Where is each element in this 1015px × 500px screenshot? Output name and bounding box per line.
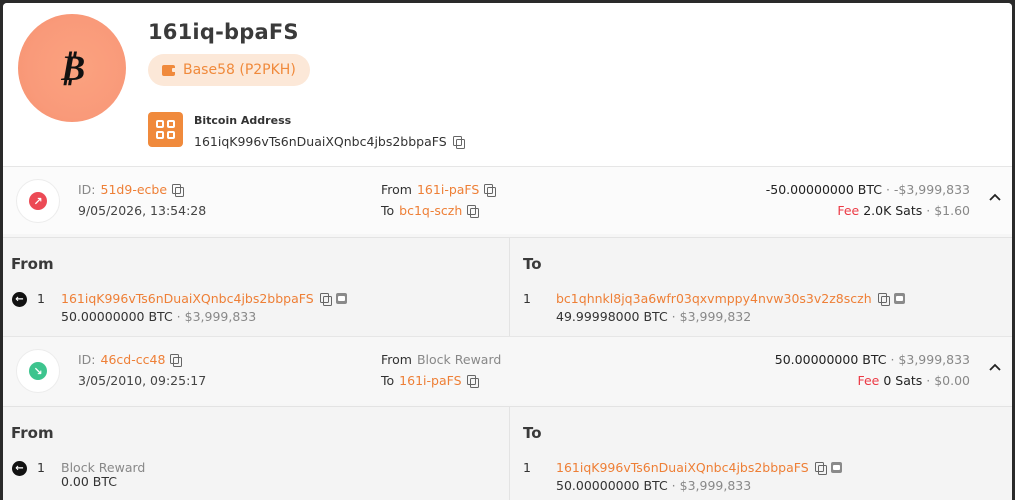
arrow-left-icon: ← — [12, 292, 27, 307]
explorer-icon[interactable] — [830, 462, 842, 473]
chevron-up-icon[interactable] — [987, 190, 1003, 206]
column-divider — [509, 238, 510, 336]
input-value: 0.00 BTC — [61, 474, 118, 489]
address-label: Bitcoin Address — [194, 114, 292, 127]
bitcoin-avatar: ₿ — [18, 14, 126, 122]
to-address-link[interactable]: 161i-paFS — [399, 373, 461, 388]
output-value: 50.00000000 BTC — [556, 478, 668, 493]
input-value-row: 0.00 BTC — [61, 474, 117, 489]
column-divider — [509, 407, 510, 500]
transaction-id-row: ID: 46cd-cc48 — [78, 352, 183, 367]
from-source: Block Reward — [416, 352, 502, 367]
output-value-usd: · $3,999,832 — [671, 309, 752, 324]
input-address-row: Block Reward — [61, 460, 145, 475]
to-row: To bc1q-sczh — [381, 203, 480, 218]
input-address-link[interactable]: 161iqK996vTs6nDuaiXQnbc4jbs2bbpaFS — [61, 291, 314, 306]
fee-row: Fee 0 Sats · $0.00 — [857, 373, 970, 388]
transaction-date: 9/05/2026, 13:54:28 — [78, 203, 207, 218]
id-label: ID: — [78, 352, 96, 367]
outputs-title: To — [523, 255, 542, 273]
transaction-id-row: ID: 51d9-ecbe — [78, 182, 185, 197]
transaction-id-link[interactable]: 51d9-ecbe — [101, 182, 168, 197]
chevron-up-icon[interactable] — [987, 360, 1003, 376]
inputs-title: From — [11, 424, 54, 442]
copy-icon[interactable] — [452, 136, 465, 149]
transaction-details: From To ← 1 Block Reward 0.00 BTC 1 161i… — [3, 406, 1012, 500]
amount-usd: · $3,999,833 — [890, 352, 970, 367]
page-title: 161iq-bpaFS — [148, 20, 299, 44]
output-value-row: 50.00000000 BTC · $3,999,833 — [556, 478, 751, 493]
direction-indicator: ↘ — [16, 349, 60, 393]
incoming-arrow-icon: ↘ — [29, 362, 47, 380]
bitcoin-icon: ₿ — [58, 47, 86, 89]
input-value-usd: · $3,999,833 — [176, 309, 257, 324]
address-value-row: 161iqK996vTs6nDuaiXQnbc4jbs2bbpaFS — [194, 134, 465, 149]
to-row: To 161i-paFS — [381, 373, 479, 388]
fee-row: Fee 2.0K Sats · $1.60 — [837, 203, 970, 218]
output-address-link[interactable]: 161iqK996vTs6nDuaiXQnbc4jbs2bbpaFS — [556, 460, 809, 475]
fee-label: Fee — [857, 373, 880, 388]
amount-row: 50.00000000 BTC · $3,999,833 — [775, 352, 970, 367]
address-page: ₿ 161iq-bpaFS Base58 (P2PKH) Bitcoin Add… — [3, 3, 1012, 500]
address-type-label: Base58 (P2PKH) — [183, 62, 296, 78]
outputs-title: To — [523, 424, 542, 442]
transaction-date: 3/05/2010, 09:25:17 — [78, 373, 207, 388]
output-index: 1 — [523, 291, 531, 306]
input-value-row: 50.00000000 BTC · $3,999,833 — [61, 309, 256, 324]
output-index: 1 — [523, 460, 531, 475]
fee-usd: · $0.00 — [926, 373, 970, 388]
to-address-link[interactable]: bc1q-sczh — [399, 203, 462, 218]
output-address-link[interactable]: bc1qhnkl8jq3a6wfr03qxvmppy4nvw30s3v2z8sc… — [556, 291, 872, 306]
fee-sats: 2.0K Sats — [863, 203, 923, 218]
to-label: To — [381, 373, 395, 388]
from-row: From 161i-paFS — [381, 182, 497, 197]
transaction-row[interactable]: ↗ ID: 51d9-ecbe 9/05/2026, 13:54:28 From… — [3, 166, 1012, 234]
from-address-link[interactable]: 161i-paFS — [417, 182, 479, 197]
fee-sats: 0 Sats — [883, 373, 923, 388]
output-value-usd: · $3,999,833 — [671, 478, 752, 493]
copy-icon[interactable] — [467, 205, 480, 218]
to-label: To — [381, 203, 395, 218]
copy-icon[interactable] — [170, 354, 183, 367]
input-value: 50.00000000 BTC — [61, 309, 173, 324]
from-label: From — [381, 352, 412, 367]
input-address-row: 161iqK996vTs6nDuaiXQnbc4jbs2bbpaFS — [61, 291, 347, 306]
amount-btc: -50.00000000 BTC — [765, 182, 882, 197]
transaction-details: From To ← 1 161iqK996vTs6nDuaiXQnbc4jbs2… — [3, 237, 1012, 336]
id-label: ID: — [78, 182, 96, 197]
output-value-row: 49.99998000 BTC · $3,999,832 — [556, 309, 751, 324]
outgoing-arrow-icon: ↗ — [29, 192, 47, 210]
amount-btc: 50.00000000 BTC — [774, 352, 887, 367]
arrow-left-icon: ← — [12, 461, 27, 476]
qr-code-icon[interactable] — [148, 112, 183, 147]
address-header: ₿ 161iq-bpaFS Base58 (P2PKH) Bitcoin Add… — [3, 3, 1012, 166]
input-source: Block Reward — [61, 460, 146, 475]
output-value: 49.99998000 BTC — [556, 309, 668, 324]
from-row: From Block Reward — [381, 352, 501, 367]
inputs-title: From — [11, 255, 54, 273]
output-address-row: 161iqK996vTs6nDuaiXQnbc4jbs2bbpaFS — [556, 460, 842, 475]
transaction-row[interactable]: ↘ ID: 46cd-cc48 3/05/2010, 09:25:17 From… — [3, 336, 1012, 404]
from-label: From — [381, 182, 412, 197]
direction-indicator: ↗ — [16, 179, 60, 223]
amount-usd: · -$3,999,833 — [885, 182, 970, 197]
copy-icon[interactable] — [319, 293, 332, 306]
output-address-row: bc1qhnkl8jq3a6wfr03qxvmppy4nvw30s3v2z8sc… — [556, 291, 905, 306]
copy-icon[interactable] — [814, 462, 827, 475]
input-index: 1 — [37, 291, 45, 306]
explorer-icon[interactable] — [335, 293, 347, 304]
address-type-badge: Base58 (P2PKH) — [148, 54, 310, 86]
copy-icon[interactable] — [466, 375, 479, 388]
transaction-id-link[interactable]: 46cd-cc48 — [101, 352, 166, 367]
copy-icon[interactable] — [877, 293, 890, 306]
amount-row: -50.00000000 BTC · -$3,999,833 — [766, 182, 970, 197]
copy-icon[interactable] — [484, 184, 497, 197]
fee-usd: · $1.60 — [926, 203, 970, 218]
wallet-icon — [162, 64, 177, 76]
input-index: 1 — [37, 460, 45, 475]
explorer-icon[interactable] — [893, 293, 905, 304]
copy-icon[interactable] — [172, 184, 185, 197]
fee-label: Fee — [837, 203, 860, 218]
address-value: 161iqK996vTs6nDuaiXQnbc4jbs2bbpaFS — [194, 134, 447, 149]
